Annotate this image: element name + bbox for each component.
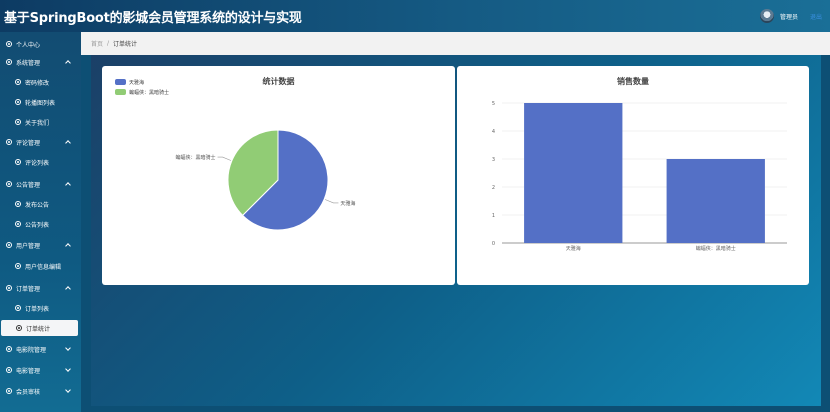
logout-link[interactable]: 退出 [810,12,822,21]
breadcrumb: 首页 / 订单统计 [81,32,830,55]
sidebar-item[interactable]: 关于我们 [0,114,81,130]
bar-chart: 0 1 2 3 4 5 天雅海 蝙蝠侠：黑暗骑士 [492,101,787,252]
menu-circle-icon [6,285,12,291]
sidebar-item-label: 评论列表 [25,159,50,167]
pie-slice-label: 蝙蝠侠：黑暗骑士 [176,154,216,161]
sidebar-item-label: 电影管理 [16,367,41,375]
legend-swatch[interactable] [115,79,126,85]
sidebar-item-label: 评论管理 [16,139,41,147]
pie-chart: 天雅海蝙蝠侠：黑暗骑士天雅海蝙蝠侠：黑暗骑士 [115,79,355,231]
menu-circle-icon [15,79,21,85]
legend-swatch[interactable] [115,89,126,95]
menu-circle-icon [6,242,12,248]
main-content: 统计数据 天雅海 蝙蝠侠：黑暗骑士 天雅海 蝙蝠侠：黑暗骑士 销售数量 012345天… [91,55,821,406]
sidebar-item[interactable]: 订单列表 [0,300,81,316]
sidebar-item-label: 公告列表 [25,221,50,229]
sidebar-item-label: 个人中心 [16,41,41,49]
sidebar-item-label: 系统管理 [16,59,41,67]
sidebar-item[interactable]: 订单统计 [1,320,78,336]
sidebar-item[interactable]: 发布公告 [0,196,81,212]
sidebar-item-label: 电影院管理 [16,346,47,354]
sidebar-item-label: 订单统计 [26,325,51,333]
menu-circle-icon [15,263,21,269]
sidebar-item[interactable]: 会员审核 [0,383,81,399]
sidebar-item[interactable]: 公告管理 [0,176,81,192]
sidebar-item-label: 关于我们 [25,119,50,127]
menu-circle-icon [6,139,12,145]
menu-circle-icon [15,119,21,125]
chevron-down-icon [65,366,71,372]
top-header: 基于SpringBoot的影城会员管理系统的设计与实现 管理员 退出 [0,0,830,32]
menu-circle-icon [6,346,12,352]
user-area: 管理员 退出 [759,6,822,26]
sidebar-item-label: 公告管理 [16,181,41,189]
admin-label[interactable]: 管理员 [780,12,798,21]
sidebar-item-label: 轮播图列表 [25,99,56,107]
sidebar-item[interactable]: 评论管理 [0,134,81,150]
sidebar-item[interactable]: 电影管理 [0,362,81,378]
bar-chart-panel: 销售数量 0 1 2 3 4 5 天雅海 蝙蝠侠：黑暗骑士 [457,66,809,285]
sidebar-item-label: 会员审核 [16,388,41,396]
chevron-down-icon [65,387,71,393]
pie-label-line [217,156,231,161]
avatar[interactable] [759,9,774,23]
x-tick-label: 蝙蝠侠：黑暗骑士 [696,245,736,252]
sidebar-item-label: 密码修改 [25,79,50,87]
menu-circle-icon [15,159,21,165]
menu-circle-icon [15,305,21,311]
menu-circle-icon [6,181,12,187]
sidebar-item[interactable]: 公告列表 [0,216,81,232]
x-tick-label: 天雅海 [566,245,581,252]
y-tick-label: 3 [492,157,495,163]
y-tick-label: 2 [492,185,495,191]
menu-circle-icon [15,221,21,227]
sidebar-item-label: 订单列表 [25,305,50,313]
y-tick-label: 5 [492,101,495,107]
sidebar-item[interactable]: 轮播图列表 [0,94,81,110]
chevron-up-icon [65,182,71,188]
menu-circle-icon [15,201,21,207]
bar[interactable] [524,103,623,243]
sidebar-item[interactable]: 个人中心 [0,36,81,52]
menu-circle-icon [6,59,12,65]
chevron-up-icon [65,60,71,66]
sidebar-item[interactable]: 订单管理 [0,280,81,296]
y-tick-label: 4 [492,129,495,135]
sidebar-item[interactable]: 密码修改 [0,74,81,90]
menu-circle-icon [6,388,12,394]
breadcrumb-home[interactable]: 首页 [91,39,103,48]
chevron-up-icon [65,286,71,292]
pie-chart-panel: 统计数据 天雅海 蝙蝠侠：黑暗骑士 天雅海 蝙蝠侠：黑暗骑士 [102,66,455,285]
menu-circle-icon [15,99,21,105]
menu-circle-icon [16,325,22,331]
pie-label-line [325,199,339,204]
menu-circle-icon [6,41,12,47]
bar[interactable] [666,159,765,243]
sidebar-item-label: 用户管理 [16,242,41,250]
sidebar-item[interactable]: 用户信息编辑 [0,258,81,274]
app-title: 基于SpringBoot的影城会员管理系统的设计与实现 [4,10,302,26]
pie-slice-label: 天雅海 [340,200,355,207]
breadcrumb-separator: / [107,40,110,47]
y-tick-label: 0 [492,241,495,247]
chevron-up-icon [65,140,71,146]
legend-label[interactable]: 天雅海 [129,79,144,86]
sidebar-item-label: 订单管理 [16,285,41,293]
chevron-down-icon [65,345,71,351]
sidebar-item[interactable]: 电影院管理 [0,341,81,357]
sidebar-item[interactable]: 系统管理 [0,54,81,70]
sidebar-item-label: 发布公告 [25,201,50,209]
chevron-up-icon [65,243,71,249]
menu-circle-icon [6,367,12,373]
sidebar-item[interactable]: 用户管理 [0,237,81,253]
legend-label[interactable]: 蝙蝠侠：黑暗骑士 [129,89,169,96]
sidebar-item-label: 用户信息编辑 [25,263,62,271]
sidebar-item[interactable]: 评论列表 [0,154,81,170]
y-tick-label: 1 [492,213,495,219]
breadcrumb-current: 订单统计 [113,41,138,48]
sidebar: 个人中心系统管理密码修改轮播图列表关于我们评论管理评论列表公告管理发布公告公告列… [0,32,81,412]
